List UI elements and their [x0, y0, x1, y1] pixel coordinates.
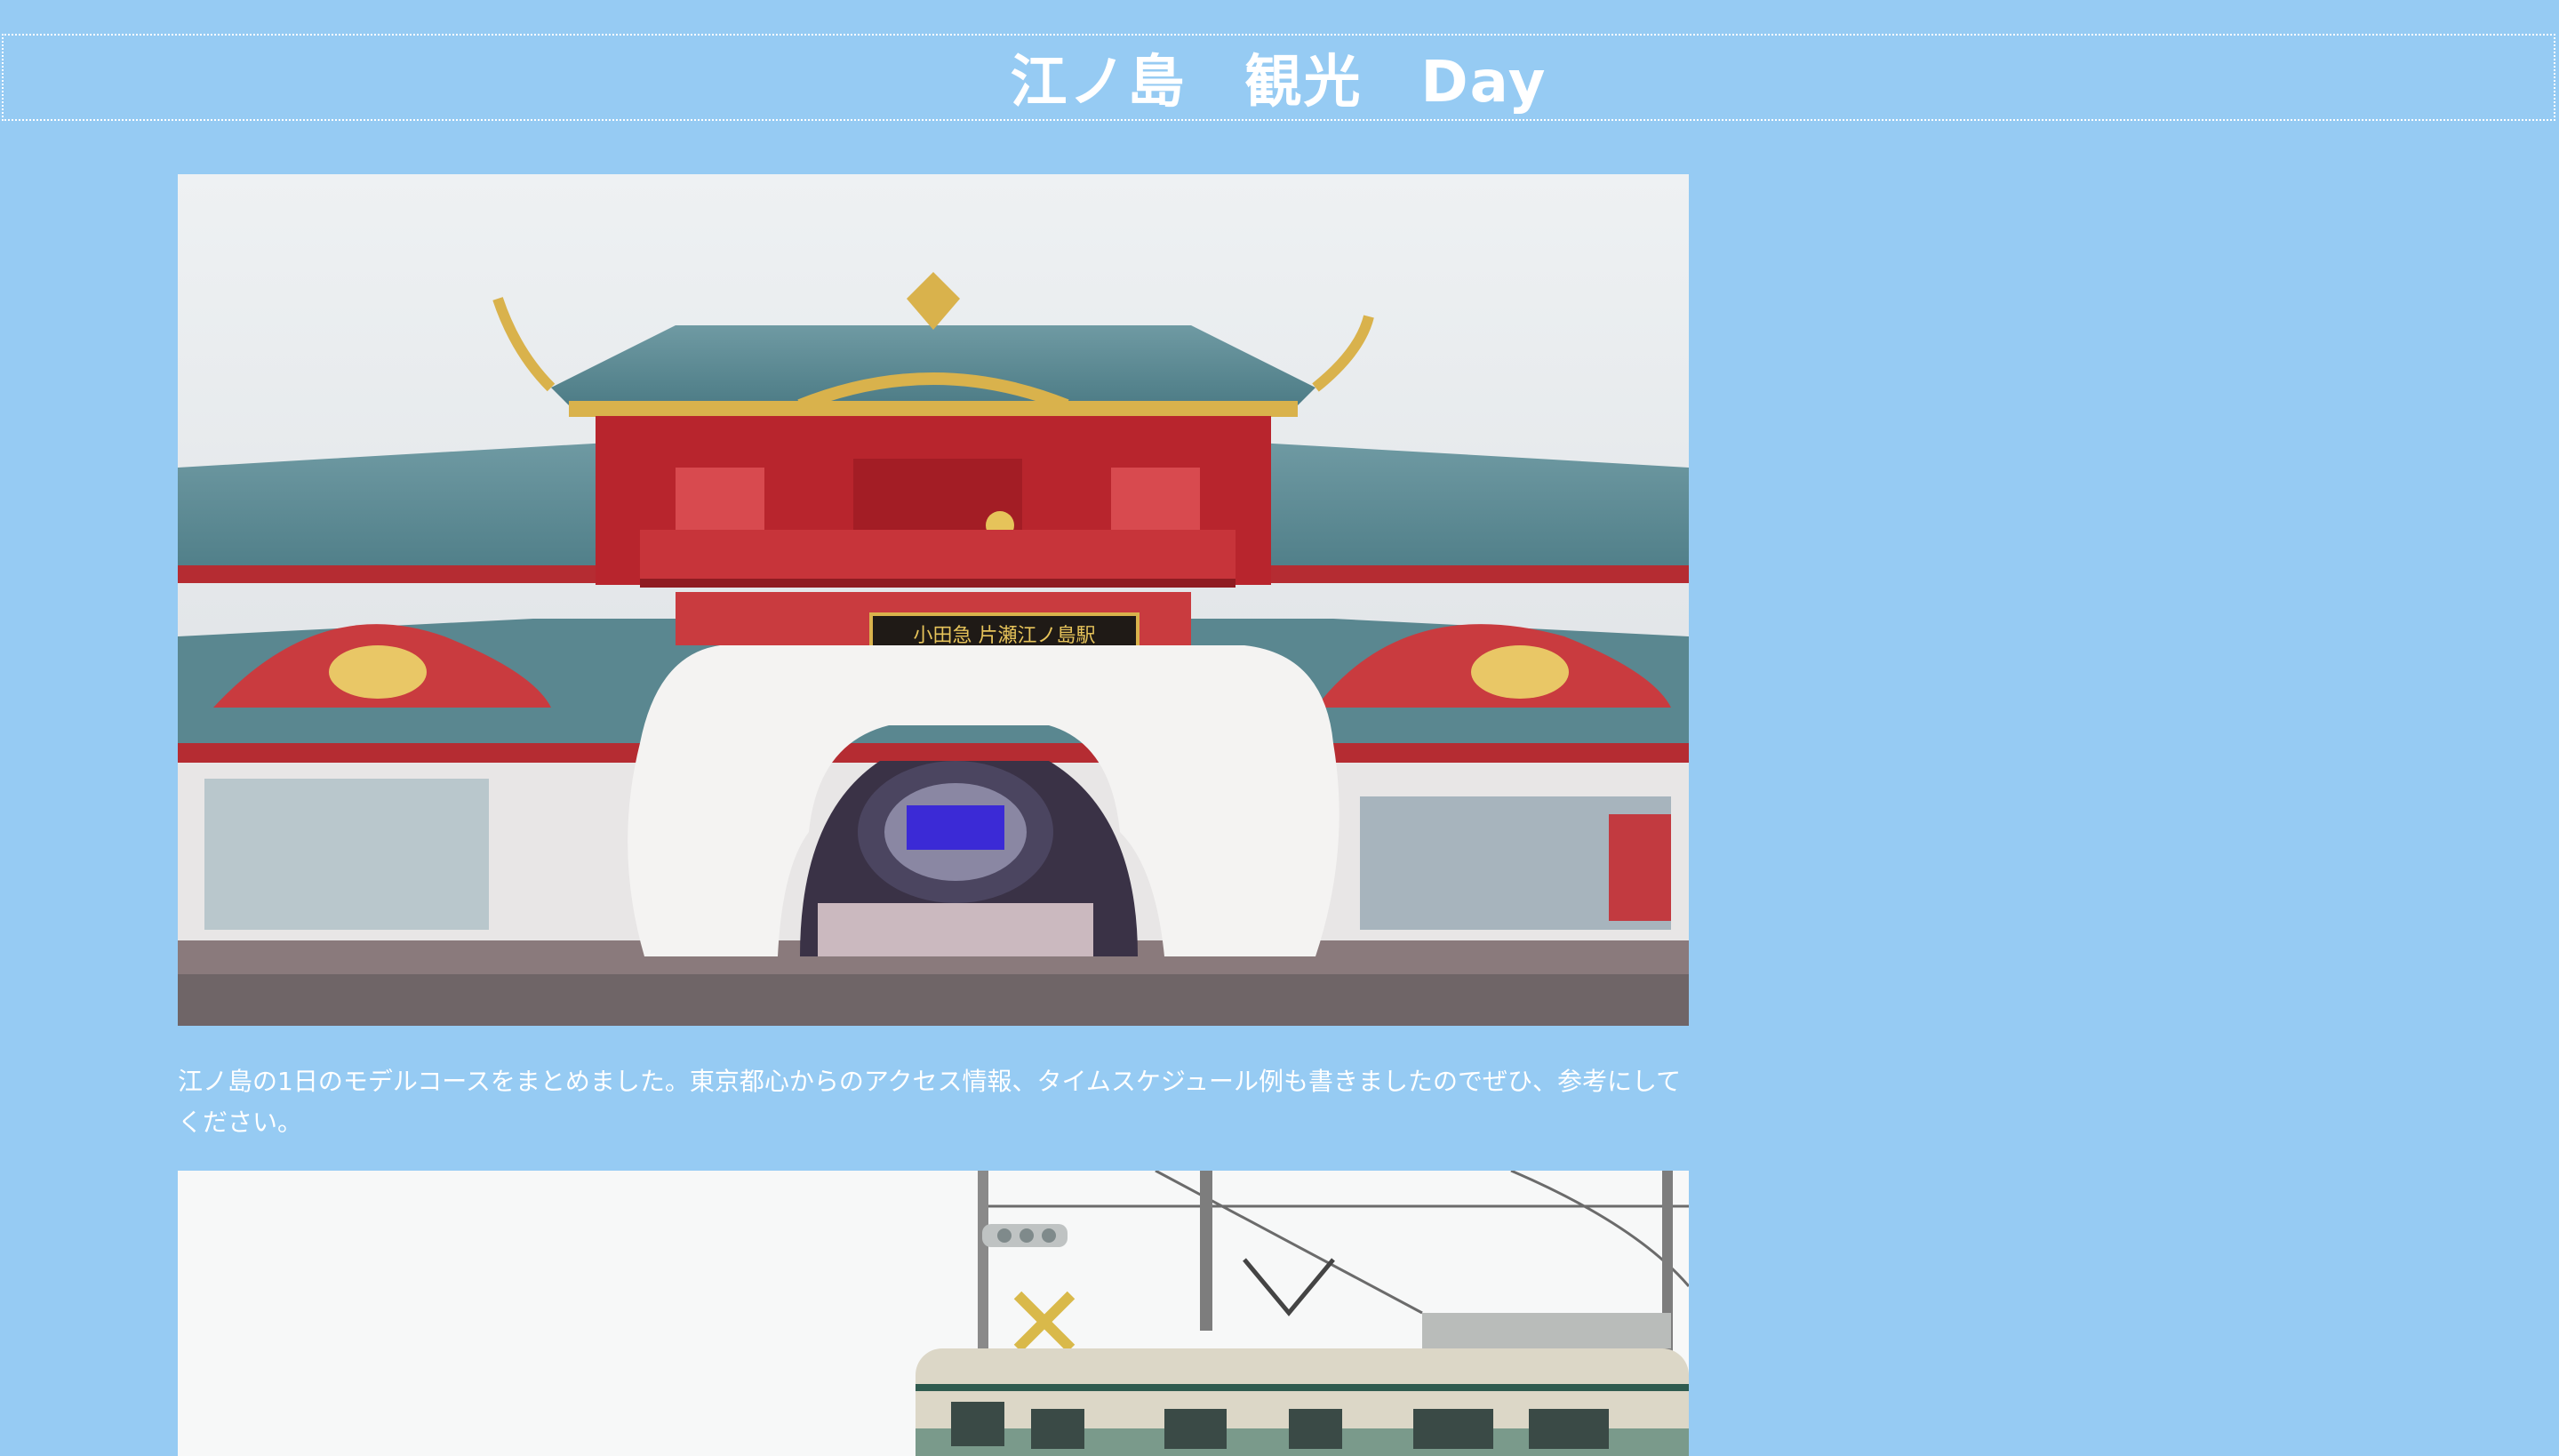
station-photo: 小田急 片瀬江ノ島駅 [178, 174, 1689, 1026]
site-title: 江ノ島 観光 Day [1010, 50, 1547, 116]
page: 江ノ島 観光 Day 小田急 片瀬江ノ島駅 江ノ島の1日のモデルコースをまとめま… [0, 0, 2559, 1456]
intro-text: 江ノ島の1日のモデルコースをまとめました。東京都心からのアクセス情報、タイムスケ… [178, 1067, 1682, 1137]
station-sign-text: 小田急 片瀬江ノ島駅 [914, 625, 1096, 647]
site-header: 江ノ島 観光 Day [2, 34, 2555, 121]
station-photo-illustration: 小田急 片瀬江ノ島駅 [178, 174, 1689, 1026]
tram-photo-illustration [178, 1171, 1689, 1456]
tram-photo [178, 1171, 1689, 1456]
